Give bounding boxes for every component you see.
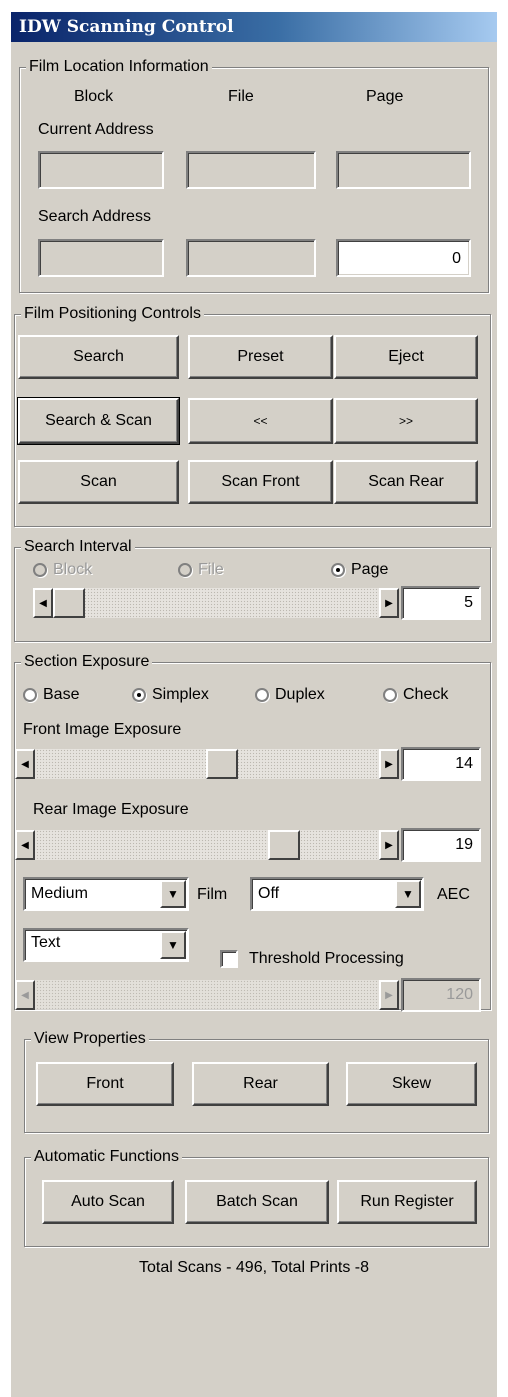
interval-file-radio[interactable]: File xyxy=(178,561,224,579)
totals-status: Total Scans - 496, Total Prints -8 xyxy=(138,1259,370,1276)
radio-indicator xyxy=(23,688,37,702)
exposure-simplex-radio[interactable]: Simplex xyxy=(132,686,209,704)
film-location-group: Film Location Information Block File Pag… xyxy=(19,58,489,293)
film-location-legend: Film Location Information xyxy=(26,58,212,76)
rear-exposure-thumb[interactable] xyxy=(267,830,300,860)
threshold-left-arrow-icon[interactable]: ◀ xyxy=(15,980,35,1010)
run-register-button[interactable]: Run Register xyxy=(337,1180,477,1224)
column-file-label: File xyxy=(228,88,254,105)
section-exposure-group: Section Exposure Base Simplex Duplex Che… xyxy=(14,653,491,1012)
front-exposure-label: Front Image Exposure xyxy=(23,721,182,738)
threshold-right-arrow-icon[interactable]: ▶ xyxy=(379,980,399,1010)
aec-label: AEC xyxy=(437,886,470,903)
scanning-control-panel: IDW Scanning Control Film Location Infor… xyxy=(11,12,497,1397)
rear-exposure-label: Rear Image Exposure xyxy=(33,801,189,818)
exposure-check-radio[interactable]: Check xyxy=(383,686,448,704)
search-address-label: Search Address xyxy=(38,208,151,225)
window-title: IDW Scanning Control xyxy=(11,12,497,42)
section-exposure-legend: Section Exposure xyxy=(21,653,153,671)
radio-indicator xyxy=(178,563,192,577)
current-block-field[interactable] xyxy=(38,151,164,189)
threshold-label: Threshold Processing xyxy=(249,950,404,967)
previous-button[interactable]: << xyxy=(188,398,333,444)
rear-right-arrow-icon[interactable]: ▶ xyxy=(379,830,399,860)
aec-combo[interactable]: Off ▼ xyxy=(250,877,424,911)
automatic-functions-group: Automatic Functions Auto Scan Batch Scan… xyxy=(24,1148,489,1247)
radio-indicator xyxy=(33,563,47,577)
front-left-arrow-icon[interactable]: ◀ xyxy=(15,749,35,779)
rear-exposure-track[interactable] xyxy=(15,830,399,860)
interval-left-arrow-icon[interactable]: ◀ xyxy=(33,588,53,618)
dropdown-arrow-icon[interactable]: ▼ xyxy=(395,880,421,908)
interval-right-arrow-icon[interactable]: ▶ xyxy=(379,588,399,618)
rear-exposure-value[interactable]: 19 xyxy=(401,828,481,862)
search-and-scan-button[interactable]: Search & Scan xyxy=(17,397,180,445)
interval-value-field[interactable]: 5 xyxy=(401,586,481,620)
current-page-field[interactable] xyxy=(336,151,471,189)
film-label: Film xyxy=(197,886,228,903)
interval-page-radio[interactable]: Page xyxy=(331,561,388,579)
column-page-label: Page xyxy=(366,88,404,105)
threshold-track[interactable] xyxy=(15,980,399,1010)
search-interval-legend: Search Interval xyxy=(21,538,135,556)
radio-indicator xyxy=(331,563,345,577)
dropdown-arrow-icon[interactable]: ▼ xyxy=(160,931,186,959)
text-combo[interactable]: Text ▼ xyxy=(23,928,189,962)
threshold-value[interactable]: 120 xyxy=(401,978,481,1012)
exposure-base-radio[interactable]: Base xyxy=(23,686,79,704)
preset-button[interactable]: Preset xyxy=(188,335,333,379)
next-button[interactable]: >> xyxy=(334,398,478,444)
search-file-field[interactable] xyxy=(186,239,316,277)
rear-left-arrow-icon[interactable]: ◀ xyxy=(15,830,35,860)
view-front-button[interactable]: Front xyxy=(36,1062,174,1106)
search-button[interactable]: Search xyxy=(18,335,179,379)
view-properties-group: View Properties Front Rear Skew xyxy=(24,1030,489,1133)
search-page-field[interactable]: 0 xyxy=(336,239,471,277)
scan-front-button[interactable]: Scan Front xyxy=(188,460,333,504)
film-combo[interactable]: Medium ▼ xyxy=(23,877,189,911)
film-positioning-group: Film Positioning Controls Search Preset … xyxy=(14,305,491,527)
radio-indicator xyxy=(383,688,397,702)
exposure-duplex-radio[interactable]: Duplex xyxy=(255,686,325,704)
search-block-field[interactable] xyxy=(38,239,164,277)
scan-rear-button[interactable]: Scan Rear xyxy=(334,460,478,504)
front-exposure-thumb[interactable] xyxy=(205,749,238,779)
view-properties-legend: View Properties xyxy=(31,1030,149,1048)
front-right-arrow-icon[interactable]: ▶ xyxy=(379,749,399,779)
automatic-functions-legend: Automatic Functions xyxy=(31,1148,182,1166)
batch-scan-button[interactable]: Batch Scan xyxy=(185,1180,329,1224)
auto-scan-button[interactable]: Auto Scan xyxy=(42,1180,174,1224)
radio-indicator xyxy=(255,688,269,702)
scan-button[interactable]: Scan xyxy=(18,460,179,504)
interval-slider-track[interactable] xyxy=(33,588,399,618)
search-interval-group: Search Interval Block File Page ◀ ▶ 5 xyxy=(14,538,491,642)
radio-indicator xyxy=(132,688,146,702)
dropdown-arrow-icon[interactable]: ▼ xyxy=(160,880,186,908)
current-address-label: Current Address xyxy=(38,121,154,138)
eject-button[interactable]: Eject xyxy=(334,335,478,379)
interval-block-radio[interactable]: Block xyxy=(33,561,92,579)
column-block-label: Block xyxy=(74,88,114,105)
film-positioning-legend: Film Positioning Controls xyxy=(21,305,204,323)
view-rear-button[interactable]: Rear xyxy=(192,1062,329,1106)
current-file-field[interactable] xyxy=(186,151,316,189)
threshold-checkbox[interactable] xyxy=(220,950,238,968)
interval-slider-thumb[interactable] xyxy=(53,588,85,618)
view-skew-button[interactable]: Skew xyxy=(346,1062,477,1106)
front-exposure-value[interactable]: 14 xyxy=(401,747,481,781)
